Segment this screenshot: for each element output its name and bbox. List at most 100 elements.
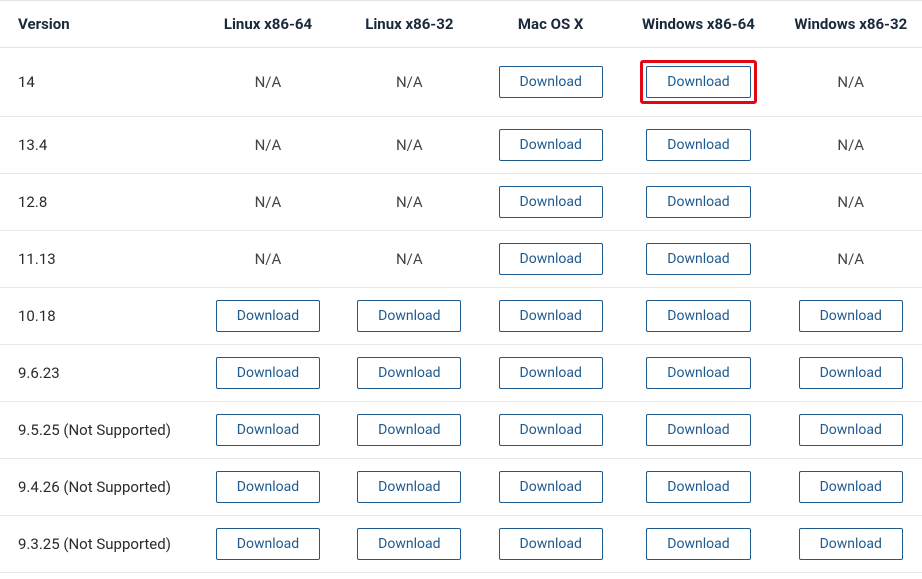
download-button-win64[interactable]: Download bbox=[646, 357, 750, 389]
cell-macosx: Download bbox=[476, 516, 617, 573]
col-header-macosx: Mac OS X bbox=[476, 1, 617, 48]
download-button-win64[interactable]: Download bbox=[646, 66, 750, 98]
cell-linux32: Download bbox=[335, 288, 476, 345]
cell-win64: Download bbox=[617, 174, 771, 231]
download-button-linux32[interactable]: Download bbox=[357, 528, 461, 560]
table-row: 10.18 Download Download Download Download Dow… bbox=[0, 288, 922, 345]
downloads-table: Version Linux x86-64 Linux x86-32 Mac OS… bbox=[0, 0, 922, 573]
col-header-win64: Windows x86-64 bbox=[617, 1, 771, 48]
download-button-linux64[interactable]: Download bbox=[216, 414, 320, 446]
col-header-win32: Windows x86-32 bbox=[772, 1, 922, 48]
download-button-macosx[interactable]: Download bbox=[499, 357, 603, 389]
cell-macosx: Download bbox=[476, 288, 617, 345]
download-button-win64[interactable]: Download bbox=[646, 471, 750, 503]
version-cell: 9.6.23 bbox=[0, 345, 193, 402]
download-button-macosx[interactable]: Download bbox=[499, 471, 603, 503]
cell-win64: Download bbox=[617, 459, 771, 516]
download-button-win64[interactable]: Download bbox=[646, 528, 750, 560]
cell-linux64: Download bbox=[193, 459, 334, 516]
download-button-linux32[interactable]: Download bbox=[357, 471, 461, 503]
table-row: 9.6.23 Download Download Download Download Do… bbox=[0, 345, 922, 402]
table-row: 9.4.26 (Not Supported) Download Download Do… bbox=[0, 459, 922, 516]
na-label: N/A bbox=[255, 136, 282, 154]
cell-linux64: Download bbox=[193, 516, 334, 573]
cell-macosx: Download bbox=[476, 174, 617, 231]
download-button-win32[interactable]: Download bbox=[799, 471, 903, 503]
cell-macosx: Download bbox=[476, 231, 617, 288]
download-button-win64[interactable]: Download bbox=[646, 414, 750, 446]
cell-macosx: Download bbox=[476, 117, 617, 174]
na-label: N/A bbox=[255, 193, 282, 211]
cell-win32: Download bbox=[772, 516, 922, 573]
download-button-macosx[interactable]: Download bbox=[499, 243, 603, 275]
version-cell: 10.18 bbox=[0, 288, 193, 345]
table-header-row: Version Linux x86-64 Linux x86-32 Mac OS… bbox=[0, 1, 922, 48]
cell-linux64: Download bbox=[193, 288, 334, 345]
cell-win32: Download bbox=[772, 402, 922, 459]
col-header-linux32: Linux x86-32 bbox=[335, 1, 476, 48]
table-row: 12.8 N/A N/A Download Download N/A bbox=[0, 174, 922, 231]
na-label: N/A bbox=[396, 193, 423, 211]
na-label: N/A bbox=[837, 250, 864, 268]
cell-win32: N/A bbox=[772, 48, 922, 117]
cell-linux32: N/A bbox=[335, 48, 476, 117]
download-button-linux64[interactable]: Download bbox=[216, 471, 320, 503]
download-button-macosx[interactable]: Download bbox=[499, 129, 603, 161]
download-button-macosx[interactable]: Download bbox=[499, 414, 603, 446]
highlighted-download: Download bbox=[640, 60, 756, 104]
cell-win64: Download bbox=[617, 231, 771, 288]
version-cell: 9.4.26 (Not Supported) bbox=[0, 459, 193, 516]
cell-linux64: N/A bbox=[193, 117, 334, 174]
table-row: 9.5.25 (Not Supported) Download Download Do… bbox=[0, 402, 922, 459]
download-button-win32[interactable]: Download bbox=[799, 528, 903, 560]
download-button-macosx[interactable]: Download bbox=[499, 186, 603, 218]
na-label: N/A bbox=[396, 250, 423, 268]
col-header-version: Version bbox=[0, 1, 193, 48]
cell-win64: Download bbox=[617, 288, 771, 345]
na-label: N/A bbox=[396, 136, 423, 154]
version-cell: 11.13 bbox=[0, 231, 193, 288]
na-label: N/A bbox=[255, 250, 282, 268]
version-cell: 9.5.25 (Not Supported) bbox=[0, 402, 193, 459]
table-row: 14 N/A N/A Download Download N/A bbox=[0, 48, 922, 117]
download-button-linux32[interactable]: Download bbox=[357, 414, 461, 446]
cell-macosx: Download bbox=[476, 345, 617, 402]
version-cell: 12.8 bbox=[0, 174, 193, 231]
cell-macosx: Download bbox=[476, 402, 617, 459]
cell-linux32: Download bbox=[335, 402, 476, 459]
version-cell: 13.4 bbox=[0, 117, 193, 174]
download-button-win64[interactable]: Download bbox=[646, 243, 750, 275]
cell-win64: Download bbox=[617, 516, 771, 573]
download-button-win64[interactable]: Download bbox=[646, 129, 750, 161]
na-label: N/A bbox=[837, 73, 864, 91]
download-button-win32[interactable]: Download bbox=[799, 357, 903, 389]
table-row: 9.3.25 (Not Supported) Download Download Do… bbox=[0, 516, 922, 573]
version-cell: 9.3.25 (Not Supported) bbox=[0, 516, 193, 573]
download-button-linux32[interactable]: Download bbox=[357, 300, 461, 332]
download-button-win32[interactable]: Download bbox=[799, 414, 903, 446]
na-label: N/A bbox=[255, 73, 282, 91]
download-button-macosx[interactable]: Download bbox=[499, 528, 603, 560]
cell-linux32: Download bbox=[335, 516, 476, 573]
cell-win32: N/A bbox=[772, 174, 922, 231]
cell-win64: Download bbox=[617, 48, 771, 117]
download-button-linux64[interactable]: Download bbox=[216, 300, 320, 332]
cell-linux64: N/A bbox=[193, 48, 334, 117]
download-button-linux32[interactable]: Download bbox=[357, 357, 461, 389]
download-button-macosx[interactable]: Download bbox=[499, 66, 603, 98]
cell-linux32: N/A bbox=[335, 174, 476, 231]
na-label: N/A bbox=[396, 73, 423, 91]
download-button-win64[interactable]: Download bbox=[646, 300, 750, 332]
cell-macosx: Download bbox=[476, 459, 617, 516]
cell-win32: N/A bbox=[772, 231, 922, 288]
download-button-linux64[interactable]: Download bbox=[216, 357, 320, 389]
download-button-win64[interactable]: Download bbox=[646, 186, 750, 218]
cell-linux64: Download bbox=[193, 402, 334, 459]
cell-linux32: Download bbox=[335, 345, 476, 402]
download-button-linux64[interactable]: Download bbox=[216, 528, 320, 560]
download-button-macosx[interactable]: Download bbox=[499, 300, 603, 332]
version-cell: 14 bbox=[0, 48, 193, 117]
download-button-win32[interactable]: Download bbox=[799, 300, 903, 332]
na-label: N/A bbox=[837, 193, 864, 211]
cell-win64: Download bbox=[617, 402, 771, 459]
